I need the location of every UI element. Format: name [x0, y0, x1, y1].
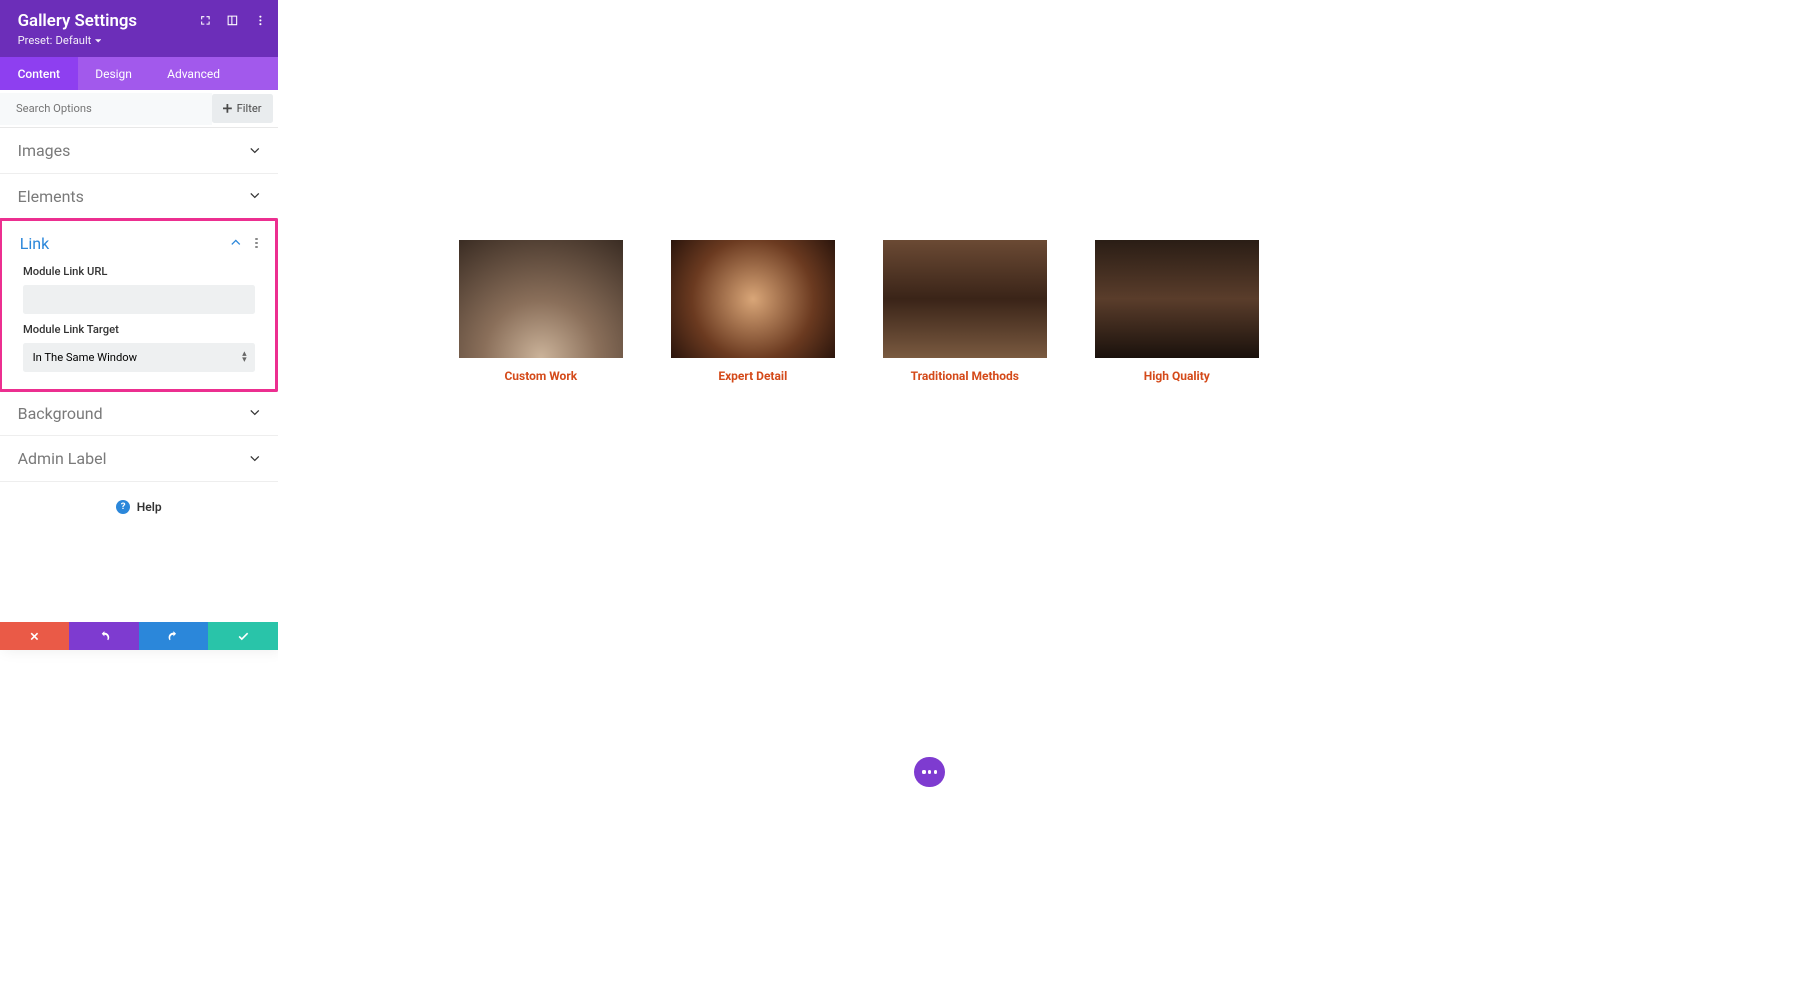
preset-label: Preset: [18, 34, 53, 47]
tab-design[interactable]: Design [78, 57, 150, 90]
highlight-annotation: Link Module Link URL Module Link Target … [0, 218, 278, 393]
section-admin-label: Admin Label [0, 436, 278, 482]
gallery-item[interactable]: High Quality [1095, 240, 1259, 383]
section-background-title: Background [18, 404, 103, 423]
section-background: Background [0, 391, 278, 437]
dot-icon [928, 770, 931, 773]
plus-icon [223, 104, 232, 113]
chevron-down-icon [250, 454, 260, 464]
gallery-image [1095, 240, 1259, 358]
preview-canvas: Custom Work Expert Detail Traditional Me… [278, 0, 1440, 805]
floating-menu-button[interactable] [914, 757, 944, 787]
tab-advanced[interactable]: Advanced [150, 57, 238, 90]
redo-button[interactable] [139, 622, 208, 649]
gallery-caption: Expert Detail [671, 369, 835, 383]
gallery-preview: Custom Work Expert Detail Traditional Me… [278, 0, 1440, 383]
more-vertical-icon[interactable] [254, 14, 267, 27]
undo-button[interactable] [69, 622, 138, 649]
link-url-label: Module Link URL [23, 265, 255, 278]
gallery-caption: High Quality [1095, 369, 1259, 383]
close-icon [28, 630, 41, 643]
redo-icon [167, 630, 180, 643]
undo-icon [98, 630, 111, 643]
sidebar-header: Gallery Settings Preset: Default [0, 0, 278, 57]
section-images: Images [0, 128, 278, 174]
chevron-down-icon [250, 146, 260, 156]
section-admin-label-title: Admin Label [18, 449, 107, 468]
section-admin-label-header[interactable]: Admin Label [0, 436, 278, 481]
section-images-header[interactable]: Images [0, 128, 278, 173]
link-target-label: Module Link Target [23, 323, 255, 336]
help-row[interactable]: ? Help [0, 482, 278, 532]
gallery-caption: Traditional Methods [883, 369, 1047, 383]
gallery-item[interactable]: Traditional Methods [883, 240, 1047, 383]
settings-sidebar: Gallery Settings Preset: Default Content… [0, 0, 278, 650]
section-link: Link Module Link URL Module Link Target … [2, 221, 275, 390]
filter-button[interactable]: Filter [212, 94, 273, 123]
link-target-select[interactable] [23, 343, 255, 372]
preset-selector[interactable]: Preset: Default [18, 34, 262, 47]
chevron-down-icon [250, 191, 260, 201]
section-elements-title: Elements [18, 187, 84, 206]
gallery-item[interactable]: Expert Detail [671, 240, 835, 383]
gallery-item[interactable]: Custom Work [459, 240, 623, 383]
section-link-body: Module Link URL Module Link Target ▴▾ [2, 265, 275, 389]
settings-tabs: Content Design Advanced [0, 57, 278, 90]
save-button[interactable] [208, 622, 277, 649]
dot-icon [934, 770, 937, 773]
section-elements: Elements [0, 174, 278, 220]
preset-value: Default [56, 34, 92, 47]
dot-icon [922, 770, 925, 773]
section-elements-header[interactable]: Elements [0, 174, 278, 219]
link-url-input[interactable] [23, 285, 255, 314]
footer-actions [0, 622, 278, 649]
check-icon [237, 630, 250, 643]
section-link-title: Link [20, 234, 49, 253]
section-background-header[interactable]: Background [0, 391, 278, 436]
help-label: Help [137, 500, 162, 514]
section-more-icon[interactable] [255, 238, 257, 248]
gallery-image [671, 240, 835, 358]
filter-label: Filter [237, 102, 262, 115]
section-images-title: Images [18, 141, 71, 160]
cancel-button[interactable] [0, 622, 69, 649]
caret-down-icon [95, 38, 101, 44]
section-link-header[interactable]: Link [2, 221, 275, 266]
gallery-caption: Custom Work [459, 369, 623, 383]
chevron-down-icon [250, 408, 260, 418]
tab-content[interactable]: Content [0, 57, 78, 90]
search-input[interactable] [0, 93, 212, 125]
gallery-image [459, 240, 623, 358]
gallery-image [883, 240, 1047, 358]
expand-icon[interactable] [199, 14, 212, 27]
panel-toggle-icon[interactable] [226, 14, 239, 27]
search-row: Filter [0, 90, 278, 128]
help-icon: ? [116, 500, 130, 514]
chevron-up-icon [231, 238, 241, 248]
